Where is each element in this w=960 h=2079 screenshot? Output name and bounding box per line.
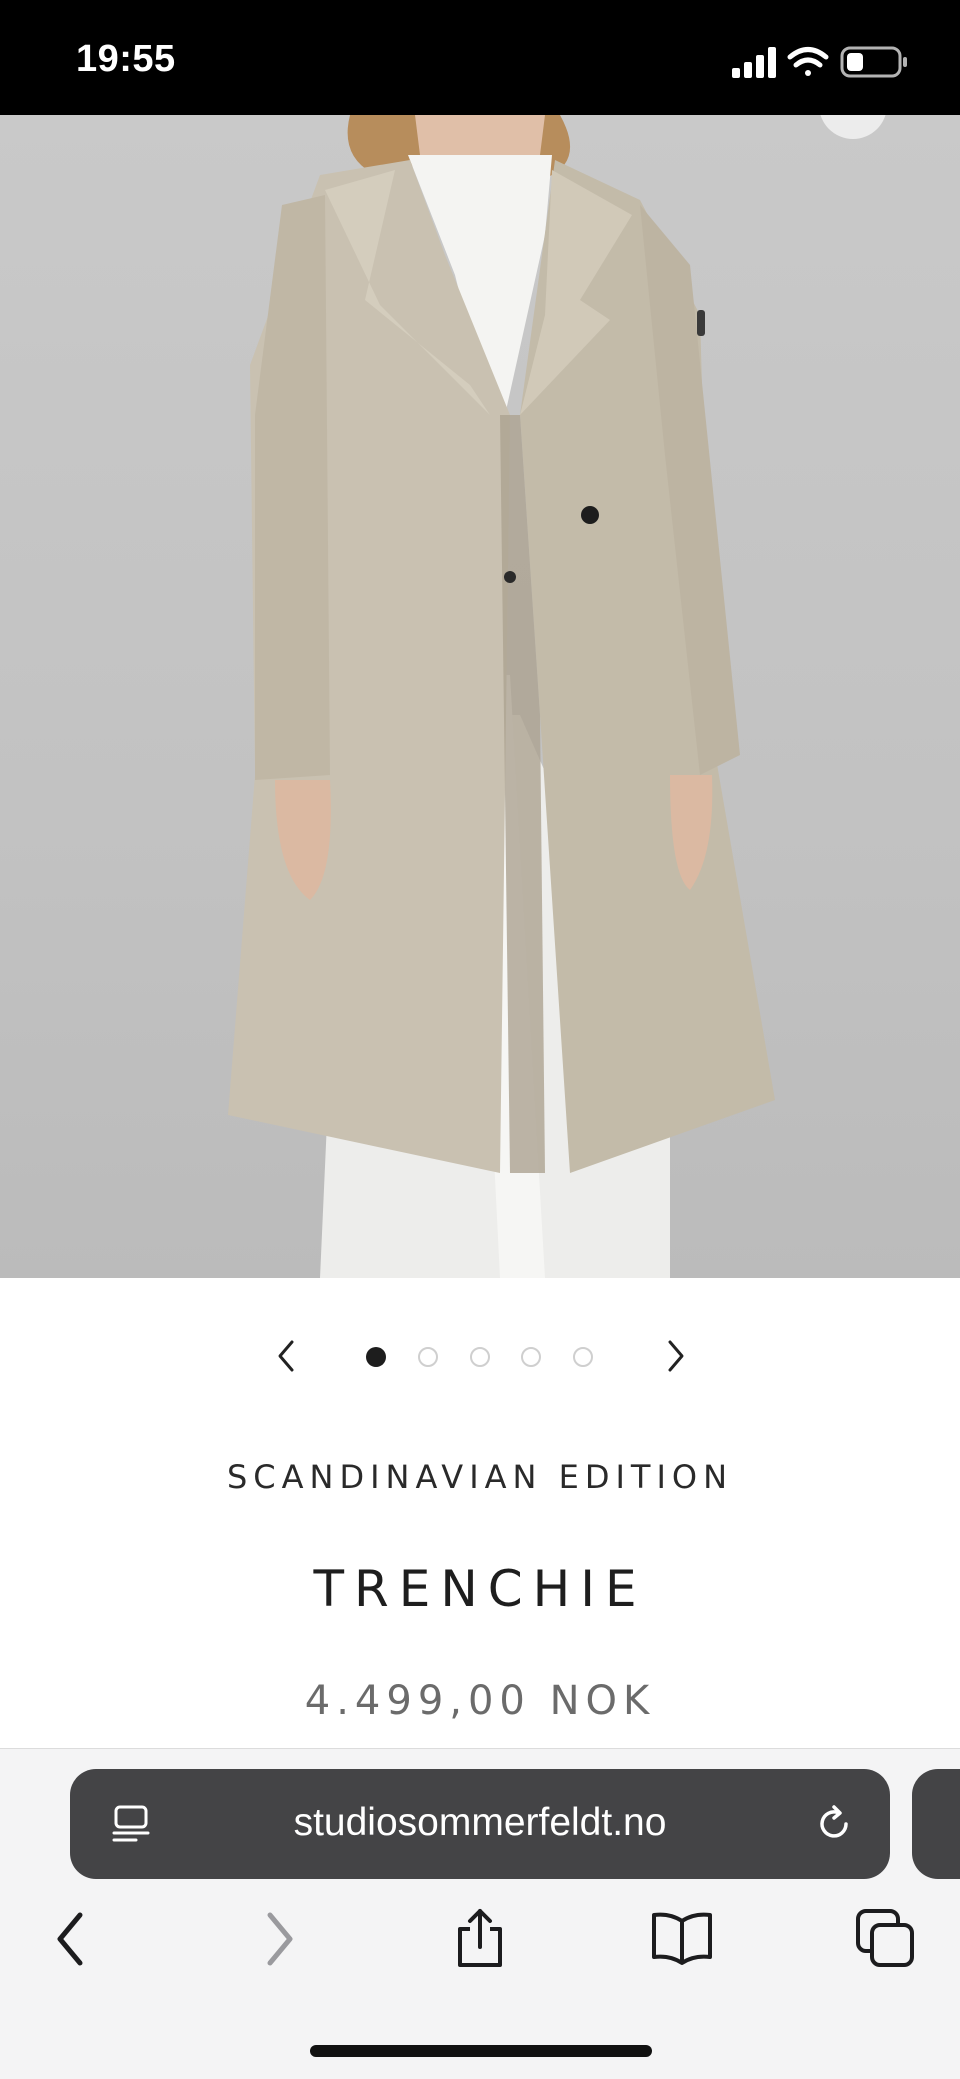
chevron-right-icon: [668, 1340, 684, 1372]
browser-toolbar: studiosommerfeldt.no: [0, 1748, 960, 2079]
carousel-prev-button[interactable]: [266, 1336, 306, 1376]
product-title: TRENCHIE: [313, 1560, 647, 1618]
bookmarks-button[interactable]: [650, 1907, 714, 1971]
status-bar: 19:55: [0, 0, 960, 115]
url-text[interactable]: studiosommerfeldt.no: [70, 1801, 890, 1845]
carousel-dot-3[interactable]: [470, 1347, 490, 1367]
share-button[interactable]: [448, 1907, 512, 1971]
chevron-left-icon: [278, 1340, 294, 1372]
product-brand[interactable]: SCANDINAVIAN EDITION: [0, 1458, 960, 1496]
status-icons: [730, 44, 920, 80]
carousel-dot-2[interactable]: [418, 1347, 438, 1367]
product-price: 4.499,00 NOK: [304, 1678, 656, 1724]
product-image[interactable]: [0, 115, 960, 1278]
image-action-button[interactable]: [819, 115, 887, 139]
battery-icon: [840, 46, 907, 78]
back-button[interactable]: [40, 1907, 104, 1971]
status-time: 19:55: [76, 38, 176, 80]
tabs-button[interactable]: [854, 1907, 918, 1971]
wifi-icon: [787, 47, 829, 76]
next-tab-preview[interactable]: [912, 1769, 960, 1879]
url-bar[interactable]: studiosommerfeldt.no: [70, 1769, 890, 1879]
reload-icon[interactable]: [812, 1802, 856, 1846]
carousel-next-button[interactable]: [656, 1336, 696, 1376]
home-indicator[interactable]: [310, 2045, 652, 2057]
carousel-dot-5[interactable]: [573, 1347, 593, 1367]
forward-icon: [267, 1912, 293, 1966]
carousel-dot-1[interactable]: [366, 1347, 386, 1367]
forward-button[interactable]: [246, 1907, 310, 1971]
cellular-signal-icon: [732, 47, 776, 78]
share-icon: [458, 1909, 502, 1967]
bookmarks-icon: [652, 1912, 712, 1965]
back-icon: [57, 1912, 83, 1966]
tabs-icon: [856, 1909, 914, 1967]
carousel-dot-4[interactable]: [521, 1347, 541, 1367]
